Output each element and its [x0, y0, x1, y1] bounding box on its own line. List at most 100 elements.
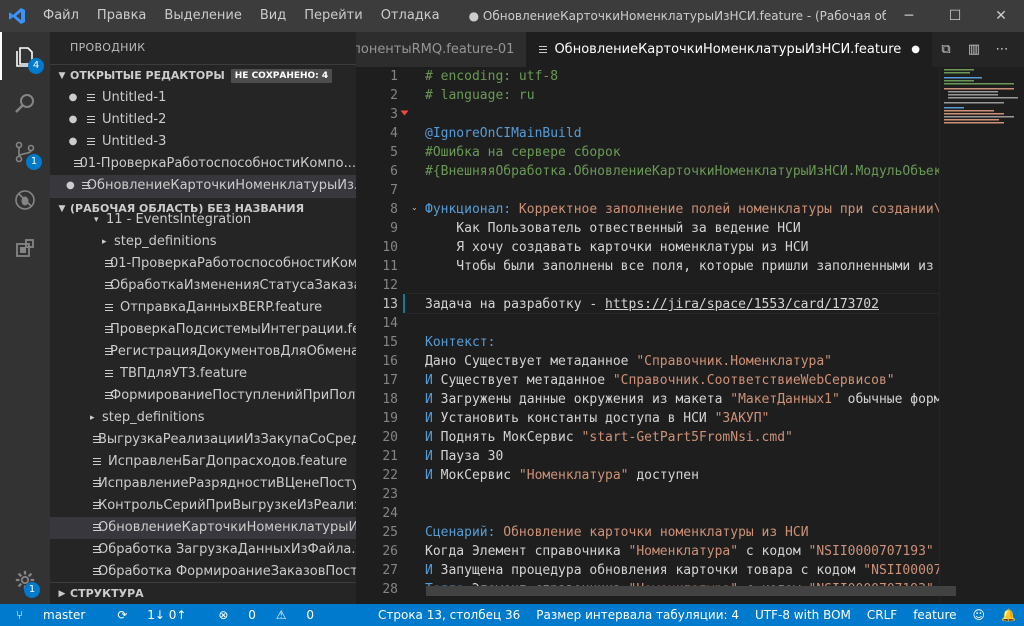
feedback-icon[interactable]: ☺: [965, 608, 994, 622]
tab-rmq-feature[interactable]: 01-ПроверкаРаботоспособностиКомпонентыRM…: [356, 32, 527, 67]
menu-go[interactable]: Перейти: [295, 0, 372, 32]
tab-label: ОбновлениеКарточкиНоменклатурыИзНСИ.feat…: [554, 42, 902, 57]
tree-file-item[interactable]: КонтрольСерийПриВыгрузкеИзРеализа...: [50, 495, 356, 517]
branch-name: master: [43, 608, 86, 622]
line-ending[interactable]: CRLF: [859, 608, 905, 622]
search-icon: [15, 94, 34, 113]
close-button[interactable]: ✕: [978, 0, 1024, 32]
code-line: Функционал: Корректное заполнение полей …: [425, 200, 1005, 219]
tree-folder-item[interactable]: ▾ 11 - EventsIntegration: [50, 209, 356, 231]
open-editor-item[interactable]: ● Untitled-1: [50, 87, 356, 109]
unsaved-dot-icon[interactable]: ●: [66, 131, 80, 153]
unsaved-dot-icon[interactable]: ●: [66, 87, 80, 109]
error-icon: ⊗: [218, 608, 233, 622]
tree-file-item[interactable]: РегистрацияДокументовДляОбменаС...: [50, 341, 356, 363]
minimap[interactable]: [939, 67, 1024, 604]
tree-item-label: ТВПдляУТ3.feature: [120, 366, 247, 381]
menu-selection[interactable]: Выделение: [155, 0, 250, 32]
code-keyword: Контекст:: [425, 335, 496, 350]
code-comment: # language: ru: [425, 88, 535, 103]
unsaved-dot-icon[interactable]: ●: [66, 175, 75, 197]
line-number: 10: [382, 240, 398, 255]
code-line: И Установить константы доступа в НСИ "ЗА…: [425, 409, 1005, 428]
code-line: Дано Существует метаданное "Справочник.Н…: [425, 352, 1005, 371]
search-activity[interactable]: [0, 80, 50, 128]
code-string: "Номенклатура": [518, 468, 629, 483]
code-editor[interactable]: 1 2 3 4 5 6 7 8 9 10 11 12 13 14 15 16 17 18 19 20 21 22 23 24 2…: [356, 67, 1024, 604]
code-line: И МокСервис "Номенклатура" доступен: [425, 466, 1005, 485]
tree-file-item[interactable]: ФормированиеПоступленийПриПолу...: [50, 385, 356, 407]
split-editor-icon[interactable]: ▥: [960, 42, 988, 57]
tree-file-item[interactable]: ОбработкаИзмененияСтатусаЗаказаП...: [50, 275, 356, 297]
cursor-position[interactable]: Строка 13, столбец 36: [370, 608, 528, 622]
tree-file-item[interactable]: Обработка ФормироаниеЗаказовПоста...: [50, 561, 356, 583]
modified-dot-icon[interactable]: ●: [911, 32, 920, 67]
code-link: https://jira/space/1553/card/173702: [605, 297, 879, 312]
tree-file-item[interactable]: ОтправкаДанныхBERP.feature: [50, 297, 356, 319]
problems-indicator[interactable]: ⊗ 0 ⚠ 0: [202, 608, 330, 622]
tree-folder-item[interactable]: ▸ step_definitions: [50, 407, 356, 429]
open-editors-header[interactable]: ▼ ОТКРЫТЫЕ РЕДАКТОРЫ НЕ СОХРАНЕНО: 4: [50, 64, 356, 87]
tree-file-item[interactable]: 01-ПроверкаРаботоспособностиКом...: [50, 253, 356, 275]
code-keyword: И: [425, 430, 433, 445]
menu-file[interactable]: Файл: [34, 0, 88, 32]
tree-file-item[interactable]: ОбновлениеКарточкиНоменклатурыИз...: [50, 517, 356, 539]
line-number: 3: [390, 107, 398, 122]
code-text: Запущена процедура обновления карточки т…: [432, 563, 864, 578]
encoding[interactable]: UTF-8 with BOM: [747, 608, 859, 622]
error-count: 0: [248, 608, 256, 622]
fold-chevron-icon[interactable]: ⌄: [411, 203, 418, 212]
line-number-gutter: 1 2 3 4 5 6 7 8 9 10 11 12 13 14 15 16 17 18 19 20 21 22 23 24 2…: [356, 67, 406, 599]
explorer-activity[interactable]: 4: [0, 32, 50, 80]
code-text: обычные формы: [839, 392, 950, 407]
notifications-bell-icon[interactable]: 🔔: [993, 608, 1024, 622]
open-editor-item[interactable]: 01-ПроверкаРаботоспособностиКомпо...: [50, 153, 356, 175]
code-text: Чтобы были заполнены все поля, которые п…: [425, 259, 958, 274]
chevron-right-icon: ▶: [58, 589, 66, 599]
scm-activity[interactable]: 1: [0, 128, 50, 176]
tree-file-item[interactable]: ИсправлениеРазрядностиВЦенеПоступ...: [50, 473, 356, 495]
extensions-activity[interactable]: [0, 224, 50, 272]
sync-indicator[interactable]: ⟳ 1↓ 0↑: [101, 608, 202, 622]
language-mode[interactable]: feature: [905, 608, 964, 622]
debug-activity[interactable]: [0, 176, 50, 224]
tree-file-item[interactable]: Обработка ЗагрузкаДанныхИзФайла.fea...: [50, 539, 356, 561]
breakpoint-marker-icon: [400, 110, 409, 116]
tree-item-label: 01-ПроверкаРаботоспособностиКом...: [110, 256, 356, 271]
tree-file-item[interactable]: ВыгрузкаРеализацииИзЗакупаСоСредн...: [50, 429, 356, 451]
more-actions-icon[interactable]: ⋯: [988, 42, 1016, 57]
unsaved-dot-icon[interactable]: ●: [66, 109, 80, 131]
horizontal-scrollbar[interactable]: [426, 586, 956, 596]
menu-edit[interactable]: Правка: [88, 0, 155, 32]
tree-file-item[interactable]: ТВПдляУТ3.feature: [50, 363, 356, 385]
open-editor-item[interactable]: ● Untitled-3: [50, 131, 356, 153]
chevron-right-icon: ▸: [102, 237, 107, 247]
open-editor-item[interactable]: ● ОбновлениеКарточкиНоменклатурыИз...: [50, 175, 356, 197]
maximize-button[interactable]: ☐: [932, 0, 978, 32]
minimize-button[interactable]: ─: [886, 0, 932, 32]
indentation[interactable]: Размер интервала табуляции: 4: [528, 608, 747, 622]
editor-tabs: 01-ПроверкаРаботоспособностиКомпонентыRM…: [356, 32, 1024, 67]
menu-view[interactable]: Вид: [251, 0, 295, 32]
unsaved-badge: НЕ СОХРАНЕНО: 4: [230, 69, 333, 83]
explorer-title: ПРОВОДНИК: [70, 41, 146, 54]
line-number: 8: [390, 202, 398, 217]
chevron-down-icon: ▾: [94, 215, 99, 225]
tab-active-feature[interactable]: ОбновлениеКарточкиНоменклатурыИзНСИ.feat…: [526, 32, 932, 67]
branch-indicator[interactable]: ⑂ master: [0, 608, 101, 622]
tree-folder-item[interactable]: ▸ step_definitions: [50, 231, 356, 253]
tree-item-label: Обработка ФормироаниеЗаказовПоста...: [98, 564, 356, 579]
settings-activity[interactable]: 1: [0, 556, 50, 604]
code-text: Загружены данные окружения из макета: [432, 392, 731, 407]
open-editor-item[interactable]: ● Untitled-2: [50, 109, 356, 131]
code-string: "Справочник.СоответствиеWebСервисов": [612, 373, 895, 388]
line-number: 22: [382, 468, 398, 483]
explorer-badge: 4: [28, 58, 44, 74]
tree-file-item[interactable]: ПроверкаПодсистемыИнтеграции.fea...: [50, 319, 356, 341]
tree-file-item[interactable]: ИсправленБагДопрасходов.feature: [50, 451, 356, 473]
outline-header[interactable]: ▶ СТРУКТУРА: [50, 582, 356, 604]
warning-icon: ⚠: [275, 608, 291, 622]
code-keyword: И: [425, 392, 433, 407]
compare-icon[interactable]: ⧉: [932, 42, 960, 57]
menu-debug[interactable]: Отладка: [372, 0, 449, 32]
